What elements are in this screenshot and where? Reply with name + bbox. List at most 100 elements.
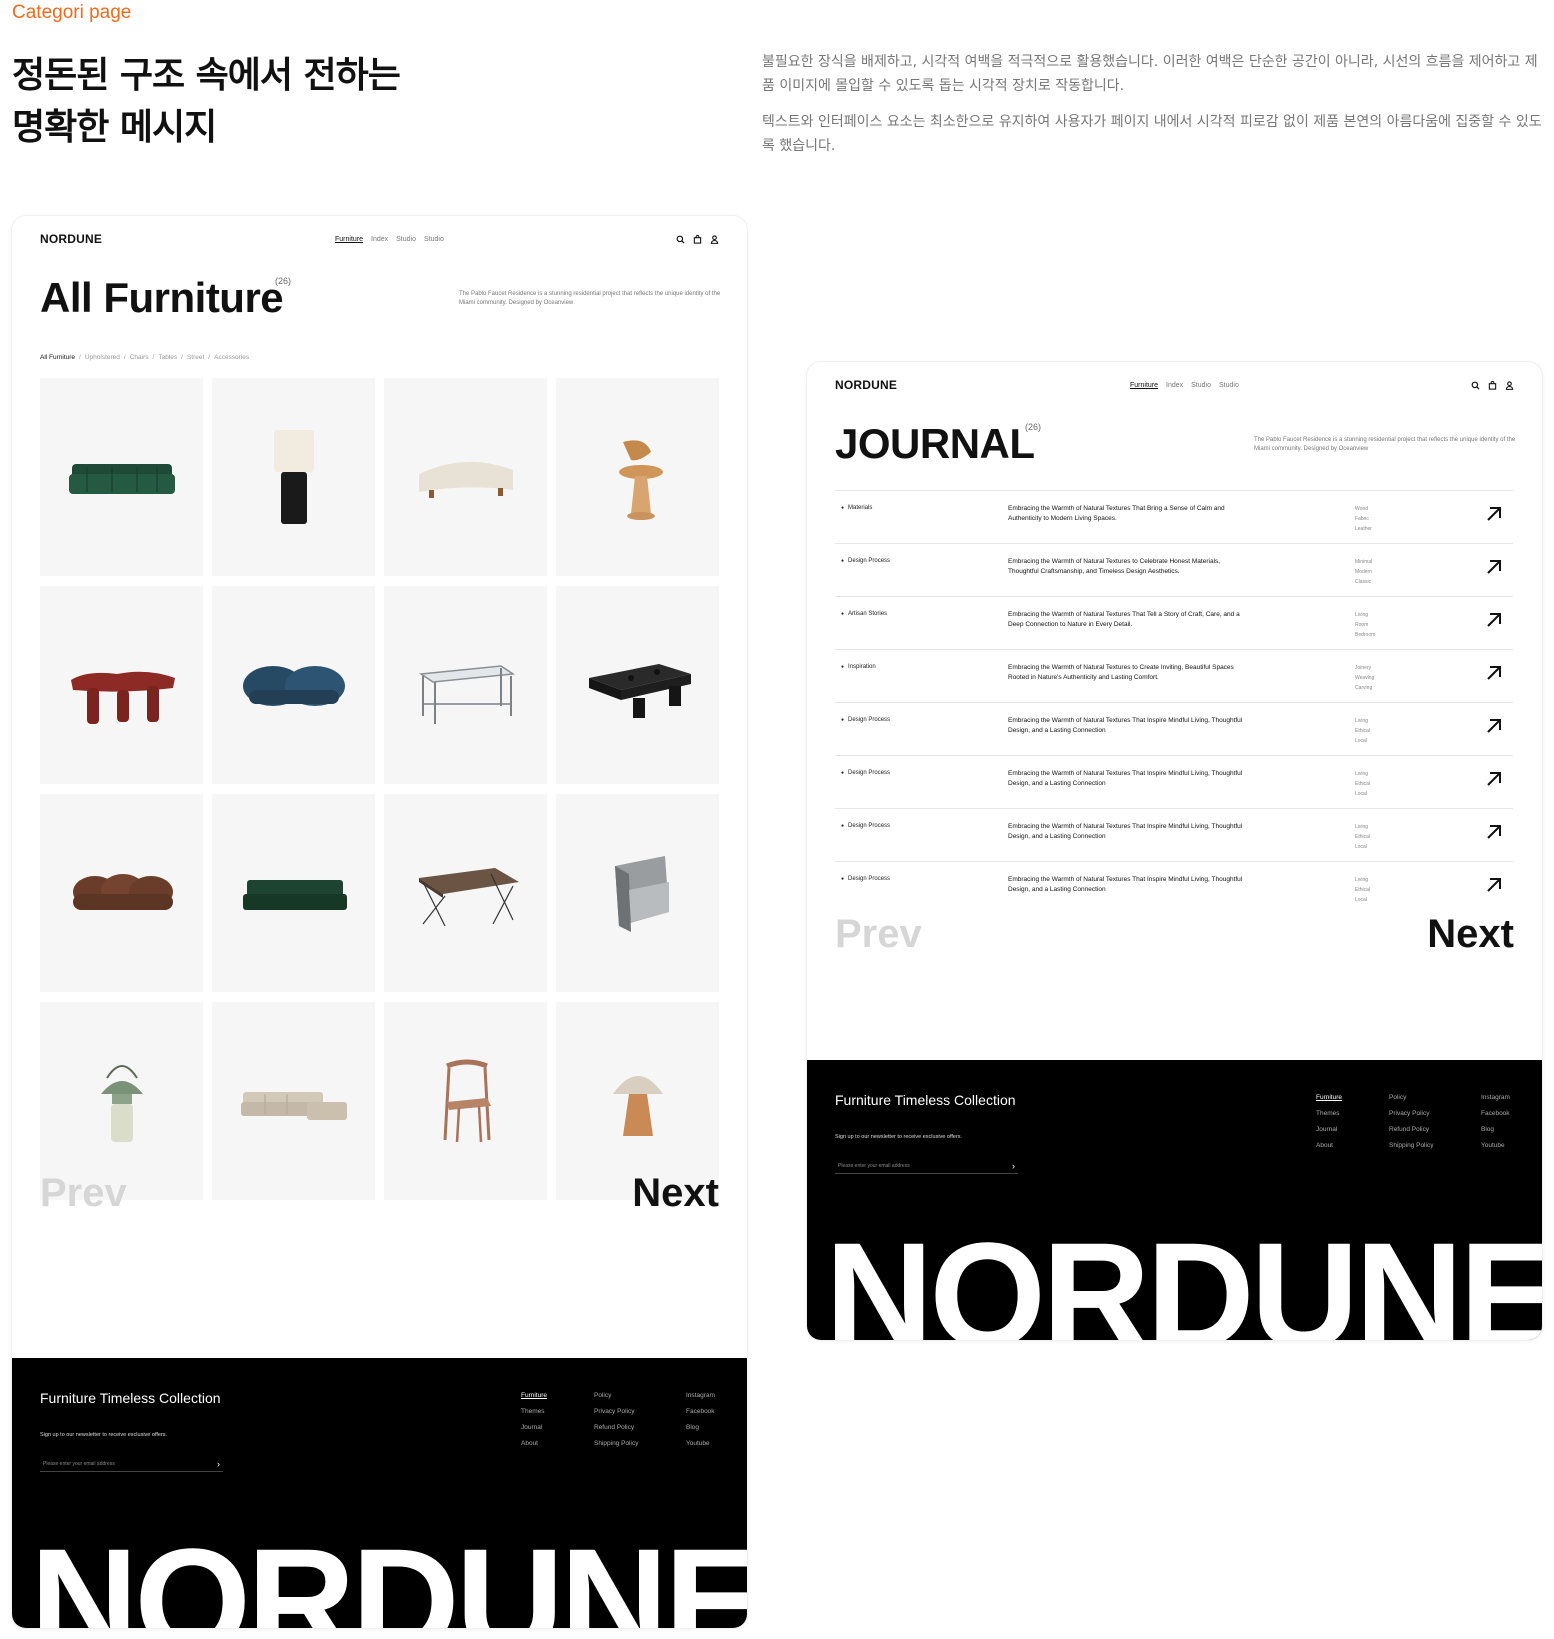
submit-arrow-icon[interactable]: ›	[1012, 1161, 1015, 1171]
nav-link-index[interactable]: Index	[371, 236, 388, 243]
filter-chairs[interactable]: Chairs	[130, 354, 149, 361]
bag-icon[interactable]	[1488, 380, 1497, 390]
journal-category: Design Process	[841, 717, 890, 723]
filter-upholstered[interactable]: Upholstered	[85, 354, 120, 361]
arrow-up-right-icon[interactable]	[1485, 558, 1503, 576]
journal-tags: Living Room Bedroom	[1355, 612, 1376, 638]
filter-street[interactable]: Street	[187, 354, 204, 361]
journal-row[interactable]: Materials Embracing the Warmth of Natura…	[835, 490, 1513, 543]
journal-title[interactable]: Embracing the Warmth of Natural Textures…	[1008, 557, 1243, 577]
footer-link[interactable]: Blog	[686, 1420, 715, 1436]
prev-button[interactable]: Prev	[40, 1171, 127, 1216]
search-icon[interactable]	[676, 235, 685, 244]
footer-link[interactable]: Facebook	[686, 1404, 715, 1420]
footer-link[interactable]: Shipping Policy	[594, 1436, 638, 1452]
journal-title[interactable]: Embracing the Warmth of Natural Textures…	[1008, 822, 1243, 842]
product-card-brown-sofa[interactable]	[40, 794, 203, 992]
product-card-green-bench-sofa[interactable]	[212, 794, 375, 992]
next-button[interactable]: Next	[632, 1171, 719, 1216]
journal-title[interactable]: Embracing the Warmth of Natural Textures…	[1008, 769, 1243, 789]
footer-link[interactable]: Journal	[1316, 1122, 1342, 1138]
journal-title[interactable]: Embracing the Warmth of Natural Textures…	[1008, 663, 1243, 683]
footer-link[interactable]: Facebook	[1481, 1106, 1510, 1122]
nav-link-studio-2[interactable]: Studio	[1219, 382, 1239, 389]
arrow-up-right-icon[interactable]	[1485, 770, 1503, 788]
footer-link[interactable]: Shipping Policy	[1389, 1138, 1433, 1154]
arrow-up-right-icon[interactable]	[1485, 664, 1503, 682]
journal-title[interactable]: Embracing the Warmth of Natural Textures…	[1008, 716, 1243, 736]
product-card-wooden-chair[interactable]	[556, 378, 719, 576]
footer-link[interactable]: Privacy Policy	[1389, 1106, 1433, 1122]
filter-separator: /	[79, 354, 81, 361]
footer-link[interactable]: Instagram	[1481, 1090, 1510, 1106]
nav-link-studio-2[interactable]: Studio	[424, 236, 444, 243]
arrow-up-right-icon[interactable]	[1485, 823, 1503, 841]
product-card-red-table[interactable]	[40, 586, 203, 784]
journal-row[interactable]: Artisan Stories Embracing the Warmth of …	[835, 596, 1513, 649]
footer-link[interactable]: About	[1316, 1138, 1342, 1154]
journal-row[interactable]: Design Process Embracing the Warmth of N…	[835, 702, 1513, 755]
description-paragraph-1: 불필요한 장식을 배제하고, 시각적 여백을 적극적으로 활용했습니다. 이러한…	[762, 54, 1538, 94]
arrow-up-right-icon[interactable]	[1485, 876, 1503, 894]
nav-link-studio[interactable]: Studio	[396, 236, 416, 243]
journal-tags: Joinery Weaving Carving	[1355, 665, 1375, 691]
journal-row[interactable]: Design Process Embracing the Warmth of N…	[835, 861, 1513, 914]
footer-link[interactable]: About	[521, 1436, 547, 1452]
journal-row[interactable]: Design Process Embracing the Warmth of N…	[835, 808, 1513, 861]
product-card-green-sofa[interactable]	[40, 378, 203, 576]
category-filter: All Furniture / Upholstered / Chairs / T…	[40, 354, 249, 361]
product-card-blue-loveseat[interactable]	[212, 586, 375, 784]
filter-tables[interactable]: Tables	[158, 354, 177, 361]
bag-icon[interactable]	[693, 234, 702, 244]
arrow-up-right-icon[interactable]	[1485, 717, 1503, 735]
nav-link-furniture[interactable]: Furniture	[335, 236, 363, 243]
footer-link[interactable]: Journal	[521, 1420, 547, 1436]
footer-link[interactable]: Refund Policy	[594, 1420, 638, 1436]
footer-link[interactable]: Themes	[1316, 1106, 1342, 1122]
arrow-up-right-icon[interactable]	[1485, 505, 1503, 523]
footer-link[interactable]: Instagram	[686, 1388, 715, 1404]
email-input[interactable]: Please enter your email address ›	[40, 1456, 223, 1472]
search-icon[interactable]	[1471, 381, 1480, 390]
product-card-metal-chair[interactable]	[556, 794, 719, 992]
footer-link[interactable]: Blog	[1481, 1122, 1510, 1138]
product-card-curved-sofa[interactable]	[384, 378, 547, 576]
journal-row[interactable]: Design Process Embracing the Warmth of N…	[835, 543, 1513, 596]
nav-link-furniture[interactable]: Furniture	[1130, 382, 1158, 389]
footer-link[interactable]: Policy	[594, 1388, 638, 1404]
footer-wordmark: NORDUNE	[825, 1211, 1542, 1340]
user-icon[interactable]	[1505, 380, 1514, 390]
product-grid	[40, 378, 719, 1200]
footer-link[interactable]: Refund Policy	[1389, 1122, 1433, 1138]
journal-row[interactable]: Inspiration Embracing the Warmth of Natu…	[835, 649, 1513, 702]
journal-title[interactable]: Embracing the Warmth of Natural Textures…	[1008, 610, 1243, 630]
nav-link-index[interactable]: Index	[1166, 382, 1183, 389]
footer-link[interactable]: Youtube	[1481, 1138, 1510, 1154]
filter-all-furniture[interactable]: All Furniture	[40, 354, 75, 361]
product-card-table-lamp[interactable]	[212, 378, 375, 576]
brand-logo[interactable]: NORDUNE	[40, 232, 102, 246]
journal-title[interactable]: Embracing the Warmth of Natural Textures…	[1008, 875, 1243, 895]
brand-logo[interactable]: NORDUNE	[835, 378, 897, 392]
footer-link[interactable]: Furniture	[521, 1388, 547, 1404]
filter-separator: /	[208, 354, 211, 361]
footer-link[interactable]: Privacy Policy	[594, 1404, 638, 1420]
product-card-wood-desk[interactable]	[384, 794, 547, 992]
next-button[interactable]: Next	[1427, 912, 1514, 957]
user-icon[interactable]	[710, 234, 719, 244]
prev-button[interactable]: Prev	[835, 912, 922, 957]
product-card-black-bench[interactable]	[556, 586, 719, 784]
journal-row[interactable]: Design Process Embracing the Warmth of N…	[835, 755, 1513, 808]
submit-arrow-icon[interactable]: ›	[217, 1459, 220, 1469]
nav-link-studio[interactable]: Studio	[1191, 382, 1211, 389]
journal-title[interactable]: Embracing the Warmth of Natural Textures…	[1008, 504, 1243, 524]
footer-link[interactable]: Policy	[1389, 1090, 1433, 1106]
footer-link[interactable]: Youtube	[686, 1436, 715, 1452]
arrow-up-right-icon[interactable]	[1485, 611, 1503, 629]
journal-tags: Living Ethical Local	[1355, 824, 1371, 850]
filter-accessories[interactable]: Accessories	[214, 354, 249, 361]
footer-link[interactable]: Furniture	[1316, 1090, 1342, 1106]
product-card-glass-table[interactable]	[384, 586, 547, 784]
email-input[interactable]: Please enter your email address ›	[835, 1158, 1018, 1174]
footer-link[interactable]: Themes	[521, 1404, 547, 1420]
